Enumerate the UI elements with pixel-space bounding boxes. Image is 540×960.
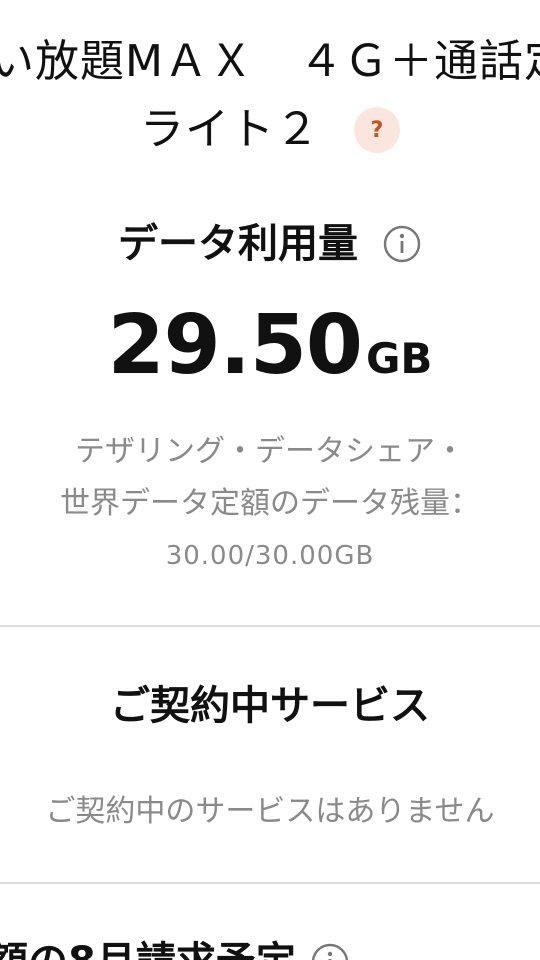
services-empty-message: ご契約中のサービスはありません xyxy=(45,794,495,829)
billing-title-row: 額の8月請求予定 xyxy=(0,934,350,960)
remaining-label-line1: テザリング・データシェア・ xyxy=(75,434,465,469)
plan-title: い放題MＡＸ ４Ｇ＋通話定 xyxy=(0,34,540,90)
remaining-amount: 30.00/30.00GB xyxy=(165,541,375,571)
info-icon[interactable] xyxy=(310,942,350,960)
services-title: ご契約中サービス xyxy=(110,683,430,729)
remaining-data-info: テザリング・データシェア・ 世界データ定額のデータ残量： 30.00/30.00… xyxy=(0,426,540,582)
section-divider xyxy=(0,625,540,627)
remaining-label-line2: 世界データ定額のデータ残量： xyxy=(60,486,480,521)
info-icon[interactable] xyxy=(382,224,422,264)
data-usage-header: データ利用量 xyxy=(0,216,540,272)
data-usage-label: データ利用量 xyxy=(118,221,358,267)
plan-subtitle-row: ライト２ ? xyxy=(0,102,540,158)
plan-title-line2: ライト２ xyxy=(140,104,320,155)
section-divider xyxy=(0,882,540,884)
billing-title: 額の8月請求予定 xyxy=(0,934,296,960)
plan-title-line1: い放題MＡＸ ４Ｇ＋通話定 xyxy=(0,36,540,87)
billing-section-clip: 額の8月請求予定 xyxy=(0,930,540,960)
data-usage-unit: GB xyxy=(365,334,433,383)
question-icon[interactable]: ? xyxy=(354,107,400,153)
data-usage-value: 29.50 xyxy=(107,298,363,393)
data-usage-amount: 29.50 GB xyxy=(0,296,540,396)
